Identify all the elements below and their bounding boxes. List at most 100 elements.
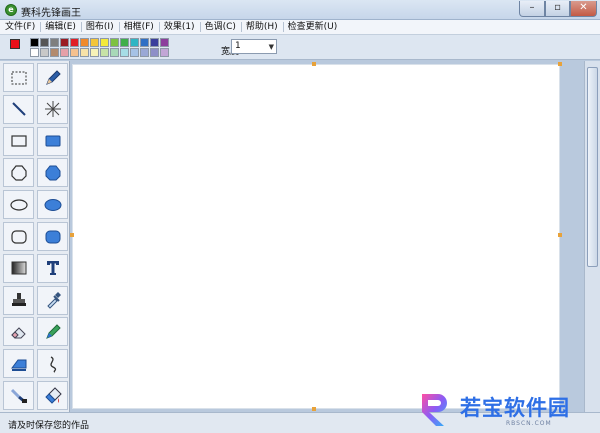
paint-bucket-tool[interactable]: [37, 381, 68, 410]
color-swatch[interactable]: [70, 38, 79, 47]
color-swatch[interactable]: [140, 48, 149, 57]
dropdown-arrow-icon: ▼: [268, 43, 274, 51]
dashed-rect-icon: [11, 71, 26, 84]
menu-check-update[interactable]: 检查更新(U): [282, 20, 343, 34]
pencil-tool[interactable]: [37, 63, 68, 92]
color-swatch[interactable]: [110, 48, 119, 57]
menu-frame[interactable]: 相框(F): [118, 20, 159, 34]
resize-handle-top-right[interactable]: [558, 62, 562, 66]
color-swatch[interactable]: [150, 38, 159, 47]
color-swatch[interactable]: [80, 38, 89, 47]
color-swatch[interactable]: [130, 38, 139, 47]
ellipse-tool[interactable]: [3, 190, 34, 220]
resize-handle-right[interactable]: [558, 233, 562, 237]
filled-polygon-tool[interactable]: [37, 158, 68, 188]
vertical-scrollbar[interactable]: [584, 61, 600, 412]
color-swatch[interactable]: [60, 48, 69, 57]
color-swatch[interactable]: [110, 38, 119, 47]
color-swatch[interactable]: [50, 38, 59, 47]
color-palette: [30, 38, 169, 57]
rounded-rect-icon: [10, 229, 27, 244]
color-toolbar: 宽度: 1 ▼: [0, 35, 600, 60]
filled-rounded-rect-icon: [45, 230, 60, 243]
foreground-color-box[interactable]: [10, 39, 20, 49]
color-swatch[interactable]: [120, 48, 129, 57]
filled-rounded-rect-tool[interactable]: [37, 222, 68, 251]
status-text: 请及时保存您的作品: [8, 421, 90, 431]
color-swatch[interactable]: [80, 48, 89, 57]
menu-color-tone[interactable]: 色调(C): [199, 20, 241, 34]
gradient-icon: [11, 261, 26, 275]
rounded-rect-tool[interactable]: [3, 222, 34, 251]
color-swatch[interactable]: [160, 48, 169, 57]
rectangle-tool[interactable]: [3, 126, 34, 156]
workspace: [70, 61, 584, 412]
color-swatch[interactable]: [30, 38, 39, 47]
color-swatch[interactable]: [60, 38, 69, 47]
color-swatch[interactable]: [130, 48, 139, 57]
color-swatch[interactable]: [120, 38, 129, 47]
color-swatch[interactable]: [160, 38, 169, 47]
close-button[interactable]: ✕: [570, 1, 597, 17]
paint-bucket-icon: [44, 386, 62, 404]
line-tool[interactable]: [3, 94, 34, 124]
menu-canvas[interactable]: 图布(I): [80, 20, 119, 34]
gradient-tool[interactable]: [3, 253, 34, 283]
watermark-url: RBSCN.COM: [506, 420, 552, 427]
color-swatch[interactable]: [100, 38, 109, 47]
curve-tool[interactable]: [37, 349, 68, 379]
menu-help[interactable]: 帮助(H): [240, 20, 283, 34]
color-swatch[interactable]: [70, 48, 79, 57]
filled-ellipse-icon: [44, 198, 61, 211]
polygon-icon: [10, 165, 27, 181]
polygon-tool[interactable]: [3, 158, 34, 188]
current-colors[interactable]: [9, 38, 27, 56]
color-swatch[interactable]: [90, 48, 99, 57]
scrollbar-thumb[interactable]: [587, 67, 598, 267]
pencil-icon: [45, 69, 61, 85]
curve-icon: [49, 356, 56, 373]
resize-handle-top[interactable]: [312, 62, 316, 66]
width-select[interactable]: 1 ▼: [231, 39, 277, 54]
tool-panel: [0, 61, 70, 412]
shape-fill-icon: [10, 359, 26, 371]
filled-ellipse-tool[interactable]: [37, 190, 68, 220]
color-swatch[interactable]: [30, 48, 39, 57]
filled-rect-icon: [45, 135, 60, 147]
watermark: 若宝软件园 RBSCN.COM: [414, 388, 600, 433]
watermark-logo-icon: [422, 394, 447, 426]
color-pen-tool[interactable]: [37, 317, 68, 347]
color-swatch[interactable]: [50, 48, 59, 57]
spray-tool[interactable]: [37, 94, 68, 124]
text-tool[interactable]: [37, 253, 68, 283]
color-swatch[interactable]: [150, 48, 159, 57]
rect-icon: [10, 135, 27, 147]
eyedropper-icon: [46, 292, 61, 309]
minimize-button[interactable]: –: [519, 1, 545, 17]
filled-rectangle-tool[interactable]: [37, 126, 68, 156]
width-value: 1: [235, 41, 241, 51]
drawing-canvas[interactable]: [72, 64, 560, 409]
shape-fill-tool[interactable]: [3, 349, 34, 379]
color-pen-icon: [45, 324, 61, 339]
color-swatch[interactable]: [100, 48, 109, 57]
ellipse-icon: [9, 199, 28, 211]
color-swatch[interactable]: [90, 38, 99, 47]
brush-tool[interactable]: [3, 381, 34, 410]
stamp-icon: [11, 293, 26, 307]
resize-handle-left[interactable]: [70, 233, 74, 237]
menu-edit[interactable]: 编辑(E): [40, 20, 81, 34]
eyedropper-tool[interactable]: [37, 285, 68, 315]
stamp-tool[interactable]: [3, 285, 34, 315]
title-bar: e 赛科先锋画王 – ▫ ✕: [0, 0, 600, 20]
color-swatch[interactable]: [40, 48, 49, 57]
eraser-tool[interactable]: [3, 317, 34, 347]
color-swatch[interactable]: [40, 38, 49, 47]
maximize-button[interactable]: ▫: [545, 1, 570, 17]
menu-effects[interactable]: 效果(1): [158, 20, 200, 34]
line-icon: [11, 102, 26, 117]
resize-handle-bottom[interactable]: [312, 407, 316, 411]
select-rect-tool[interactable]: [3, 63, 34, 92]
menu-file[interactable]: 文件(F): [0, 20, 40, 34]
color-swatch[interactable]: [140, 38, 149, 47]
